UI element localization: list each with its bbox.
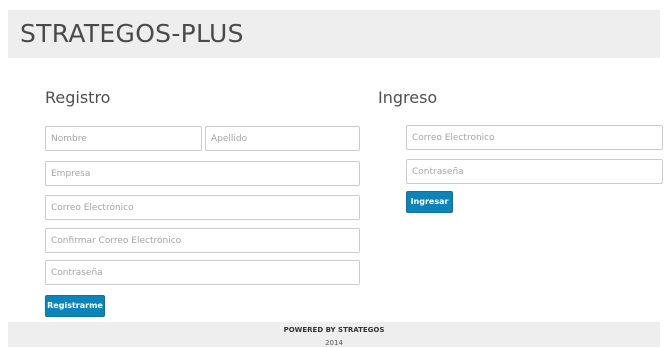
ingreso-title: Ingreso [378,88,438,107]
ingreso-correo-field[interactable] [406,125,663,150]
contrasena-field[interactable] [45,260,360,285]
site-footer: POWERED BY STRATEGOS 2014 [8,322,660,347]
correo-field[interactable] [45,195,360,220]
ingresar-button[interactable]: Ingresar [406,191,453,213]
confirmar-correo-field[interactable] [45,228,360,253]
apellido-field[interactable] [205,126,360,151]
nombre-field[interactable] [45,126,202,151]
ingreso-contrasena-field[interactable] [406,159,663,184]
site-header: STRATEGOS-PLUS [8,10,660,58]
brand-title: STRATEGOS-PLUS [20,19,244,48]
registro-title: Registro [45,88,111,107]
powered-by-text: POWERED BY STRATEGOS [283,326,385,334]
empresa-field[interactable] [45,161,360,186]
registrarme-button[interactable]: Registrarme [45,295,105,317]
